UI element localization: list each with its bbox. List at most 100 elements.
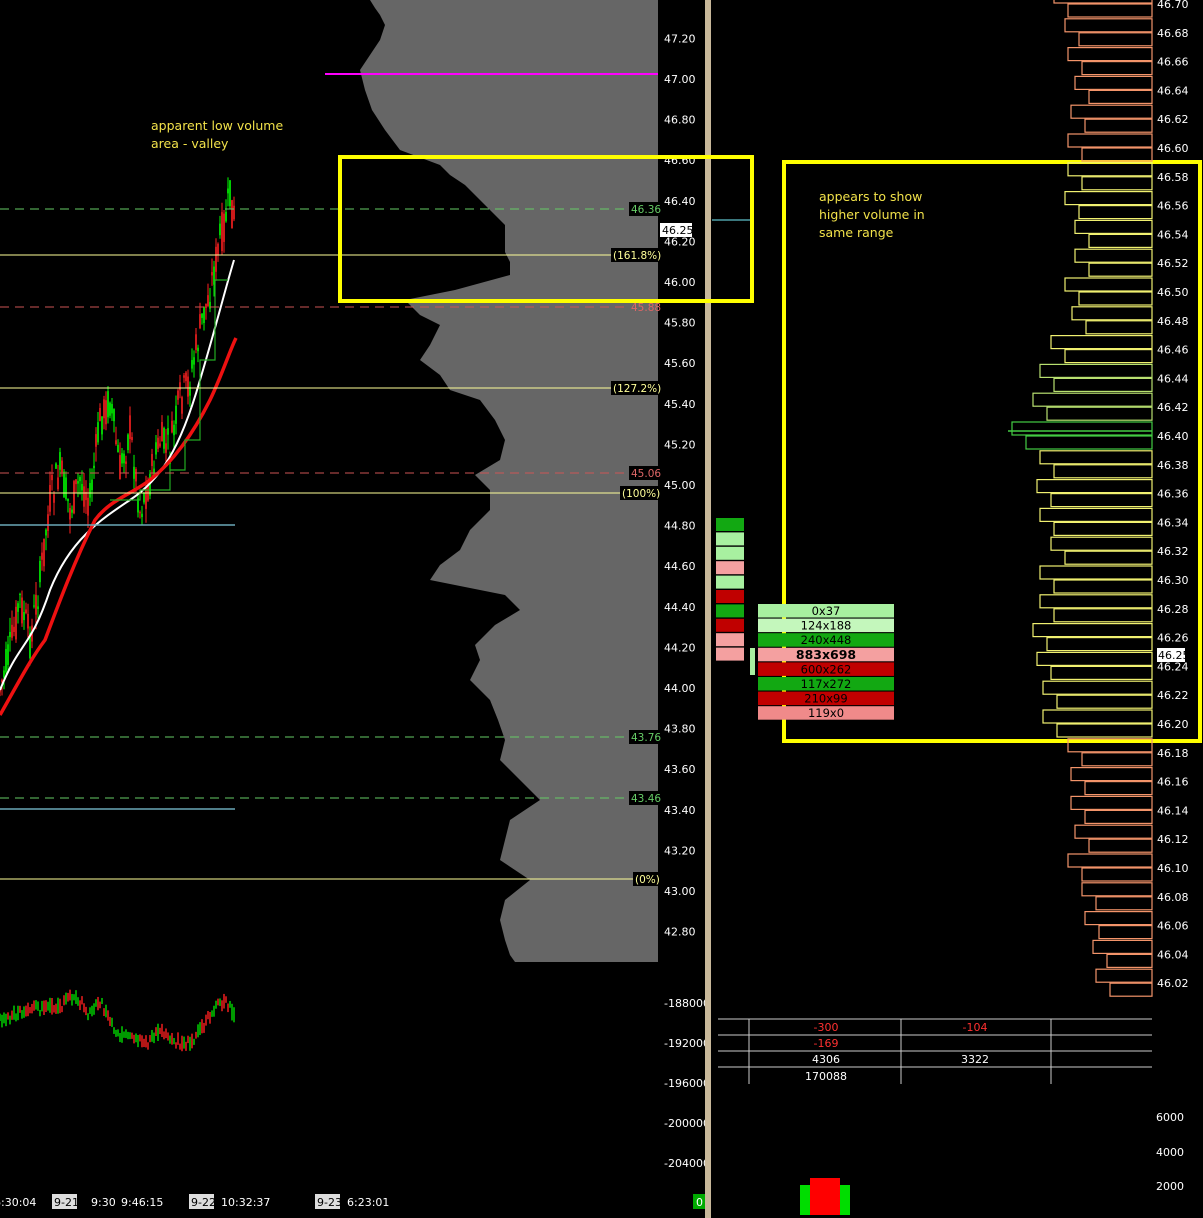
candle-body bbox=[77, 481, 79, 484]
right-price-tick: 46.04 bbox=[1157, 948, 1189, 961]
candle-body bbox=[117, 444, 119, 453]
candle-body bbox=[5, 649, 7, 673]
price-tick-label: 45.00 bbox=[664, 479, 696, 492]
indicator-tick-label: -188000 bbox=[664, 997, 710, 1010]
indicator-tick-label: -200000 bbox=[664, 1117, 710, 1130]
candle-body bbox=[207, 295, 209, 307]
right-price-tick: 46.46 bbox=[1157, 344, 1189, 357]
candle-body bbox=[109, 402, 111, 416]
candle-body bbox=[209, 301, 211, 309]
candle-body bbox=[97, 422, 99, 443]
fib-label-0: (0%) bbox=[635, 874, 660, 886]
dom-row-label: 0x37 bbox=[812, 604, 841, 618]
price-tick-label: 44.40 bbox=[664, 601, 696, 614]
time-label: 9:30 bbox=[91, 1196, 116, 1209]
right-price-tick: 46.02 bbox=[1157, 977, 1189, 990]
dom-side-block bbox=[716, 546, 744, 560]
price-tick-label: 45.60 bbox=[664, 357, 696, 370]
candle-body bbox=[185, 372, 187, 382]
candle-body bbox=[177, 390, 179, 400]
candle-body bbox=[49, 485, 51, 512]
level-label-45-88: 45.88 bbox=[631, 302, 661, 314]
right-price-tick: 46.08 bbox=[1157, 891, 1189, 904]
right-price-tick: 46.54 bbox=[1157, 228, 1189, 241]
dom-row-label: 240x448 bbox=[801, 633, 852, 647]
candle-body bbox=[23, 612, 25, 621]
dom-side-block bbox=[716, 604, 744, 618]
candle-body bbox=[129, 415, 131, 439]
annotation-text-right-3: same range bbox=[819, 225, 894, 240]
candle-body bbox=[69, 508, 71, 520]
candle-body bbox=[37, 606, 39, 610]
level-label-43-76: 43.76 bbox=[631, 732, 661, 744]
volume-axis-tick: 2000 bbox=[1156, 1180, 1184, 1193]
price-tick-label: 46.40 bbox=[664, 195, 696, 208]
candle-body bbox=[211, 272, 213, 276]
dom-side-marker bbox=[750, 648, 755, 675]
annotation-text-right-2: higher volume in bbox=[819, 207, 925, 222]
candle-body bbox=[61, 460, 63, 473]
price-tick-label: 45.40 bbox=[664, 398, 696, 411]
right-price-tick: 46.66 bbox=[1157, 56, 1189, 69]
dom-row-label: 883x698 bbox=[796, 647, 856, 662]
right-price-tick: 46.60 bbox=[1157, 142, 1189, 155]
right-price-tick: 46.20 bbox=[1157, 718, 1189, 731]
candle-body bbox=[7, 644, 9, 665]
right-price-tick: 46.64 bbox=[1157, 84, 1189, 97]
candle-body bbox=[107, 391, 109, 418]
indicator-tick-label: -196000 bbox=[664, 1077, 710, 1090]
price-tick-label: 42.80 bbox=[664, 926, 696, 939]
volume-axis-tick: 4000 bbox=[1156, 1146, 1184, 1159]
time-label: 6:30:04 bbox=[0, 1196, 36, 1209]
right-price-tick: 46.40 bbox=[1157, 430, 1189, 443]
candle-body bbox=[131, 437, 133, 441]
dom-side-block bbox=[716, 618, 744, 632]
candle-body bbox=[143, 493, 145, 503]
candle-body bbox=[99, 408, 101, 422]
right-price-tick: 46.38 bbox=[1157, 459, 1189, 472]
price-tick-label: 43.20 bbox=[664, 844, 696, 857]
candle-body bbox=[43, 538, 45, 567]
right-price-tick: 46.50 bbox=[1157, 286, 1189, 299]
price-axis-right: 46.70 46.68 46.66 46.64 46.62 46.60 46.58 46.56… bbox=[1157, 0, 1189, 990]
right-price-tick: 46.62 bbox=[1157, 113, 1189, 126]
annotation-text-left-2: area - valley bbox=[151, 136, 229, 151]
right-price-tick: 46.32 bbox=[1157, 545, 1189, 558]
candle-body bbox=[95, 434, 97, 447]
candle-body bbox=[111, 404, 113, 414]
price-tick-label: 43.40 bbox=[664, 804, 696, 817]
candle-body bbox=[47, 514, 49, 531]
candle-body bbox=[191, 360, 193, 369]
candle-body bbox=[115, 440, 117, 445]
right-price-tick: 46.14 bbox=[1157, 804, 1189, 817]
price-tick-label: 45.20 bbox=[664, 438, 696, 451]
right-price-tick: 46.42 bbox=[1157, 401, 1189, 414]
candle-body bbox=[45, 529, 47, 536]
fib-label-161: (161.8%) bbox=[613, 250, 661, 262]
panel-separator[interactable] bbox=[705, 0, 711, 1218]
candle-body bbox=[135, 469, 137, 482]
candle-body bbox=[53, 494, 55, 503]
candle-body bbox=[3, 670, 5, 678]
candle-body bbox=[151, 454, 153, 467]
candle-body bbox=[139, 512, 141, 514]
candle-body bbox=[125, 461, 127, 464]
candle-body bbox=[229, 180, 231, 207]
candle-body bbox=[223, 213, 225, 242]
right-price-tick: 46.18 bbox=[1157, 747, 1189, 760]
candle-body bbox=[21, 597, 23, 624]
candle-body bbox=[199, 314, 201, 329]
candle-body bbox=[203, 306, 205, 323]
date-label: 9-21 bbox=[54, 1196, 79, 1209]
candle-body bbox=[75, 479, 77, 485]
candle-body bbox=[89, 483, 91, 498]
candle-body bbox=[183, 375, 185, 378]
candle-body bbox=[103, 399, 105, 419]
candle-body bbox=[71, 509, 73, 513]
candle-body bbox=[217, 243, 219, 256]
dom-row-label: 124x188 bbox=[801, 619, 852, 633]
candle-body bbox=[231, 200, 233, 229]
candle-body bbox=[65, 477, 67, 499]
level-label-45-06: 45.06 bbox=[631, 468, 661, 480]
candle-body bbox=[225, 211, 227, 222]
